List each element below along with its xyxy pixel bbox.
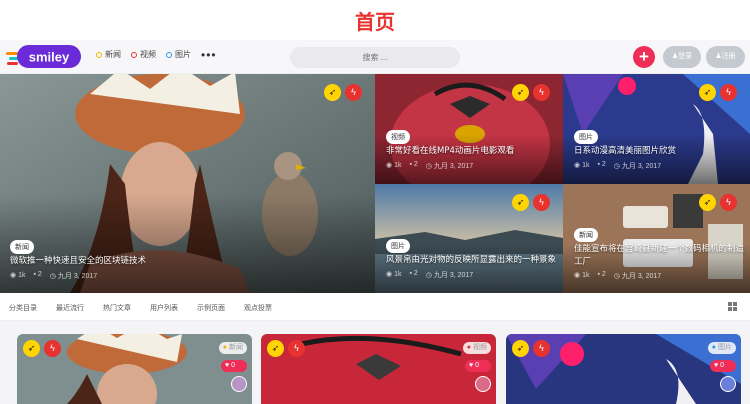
author-avatar[interactable] bbox=[475, 376, 491, 392]
logo-text: smiley bbox=[29, 50, 70, 65]
nav-item-pictures[interactable]: 图片 bbox=[166, 49, 191, 60]
category-link[interactable]: 最近流行 bbox=[56, 303, 84, 313]
search-input[interactable] bbox=[290, 47, 460, 68]
card-category-badge[interactable]: ● 视频 bbox=[462, 342, 491, 354]
video-dot-icon bbox=[131, 51, 137, 58]
rocket-icon[interactable]: ➶ bbox=[23, 340, 40, 357]
heart-icon: ♥ bbox=[714, 362, 719, 369]
eye-icon: ◉ 1k bbox=[574, 162, 590, 169]
bolt-icon[interactable]: ϟ bbox=[720, 84, 737, 101]
bolt-icon[interactable]: ϟ bbox=[44, 340, 61, 357]
tile-meta: ◉ 1k ▪ 2 ◷ 九月 3, 2017 bbox=[574, 271, 661, 281]
bolt-icon[interactable]: ϟ bbox=[533, 84, 550, 101]
more-menu-icon[interactable]: ••• bbox=[201, 49, 217, 61]
nav-item-news[interactable]: 新闻 bbox=[96, 49, 121, 60]
category-link[interactable]: 用户列表 bbox=[150, 303, 178, 313]
hero-grid: ➶ ϟ 新闻 微软推一种快速且安全的区块链技术 ◉ 1k ▪ 2 ◷ 九月 3,… bbox=[0, 74, 750, 293]
post-card[interactable]: ➶ ϟ ● 新闻 ♥ 0 bbox=[17, 334, 252, 404]
tile-tag[interactable]: 新闻 bbox=[10, 240, 34, 254]
eye-icon: ◉ 1k bbox=[574, 272, 590, 279]
heart-icon: ♥ bbox=[225, 362, 230, 369]
tile-meta: ◉ 1k ▪ 2 ◷ 九月 3, 2017 bbox=[386, 161, 473, 171]
bolt-icon[interactable]: ϟ bbox=[533, 194, 550, 211]
nav-item-video[interactable]: 视频 bbox=[131, 49, 156, 60]
comment-icon: ▪ 2 bbox=[597, 271, 606, 278]
news-dot-icon bbox=[96, 51, 102, 58]
nav-pictures-label: 图片 bbox=[175, 50, 191, 59]
clock-icon: ◷ 九月 3, 2017 bbox=[49, 273, 98, 280]
hero-tile-video[interactable]: ➶ ϟ 视频 非常好看在线MP4动画片电影观看 ◉ 1k ▪ 2 ◷ 九月 3,… bbox=[375, 74, 563, 184]
clock-icon: ◷ 九月 3, 2017 bbox=[425, 272, 474, 279]
page-title: 首页 bbox=[355, 9, 395, 34]
rocket-icon[interactable]: ➶ bbox=[512, 340, 529, 357]
bolt-icon[interactable]: ϟ bbox=[345, 84, 362, 101]
hero-tile-camera[interactable]: ➶ ϟ 新闻 佳能宣布将在宫崎县新建一个数码相机的制造工厂 ◉ 1k ▪ 2 ◷… bbox=[563, 184, 750, 293]
category-link[interactable]: 示例页面 bbox=[197, 303, 225, 313]
rocket-icon[interactable]: ➶ bbox=[267, 340, 284, 357]
tile-title[interactable]: 风景帛由光对物的反映所显露出来的一种景象 bbox=[386, 254, 561, 267]
rocket-icon[interactable]: ➶ bbox=[512, 194, 529, 211]
comment-icon: ▪ 2 bbox=[409, 270, 418, 277]
rocket-icon[interactable]: ➶ bbox=[324, 84, 341, 101]
like-counter[interactable]: ♥ 0 bbox=[465, 360, 491, 372]
like-counter[interactable]: ♥ 0 bbox=[710, 360, 736, 372]
nav-video-label: 视频 bbox=[140, 50, 156, 59]
login-label: 登录 bbox=[678, 53, 693, 60]
author-avatar[interactable] bbox=[231, 376, 247, 392]
category-link[interactable]: 热门文章 bbox=[103, 303, 131, 313]
publish-plus-button[interactable]: + bbox=[633, 46, 655, 68]
register-label: 注册 bbox=[721, 53, 736, 60]
tile-meta: ◉ 1k ▪ 2 ◷ 九月 3, 2017 bbox=[10, 271, 97, 281]
like-counter[interactable]: ♥ 0 bbox=[221, 360, 247, 372]
tile-tag[interactable]: 视频 bbox=[386, 130, 410, 144]
tile-title[interactable]: 非常好看在线MP4动画片电影观看 bbox=[386, 145, 556, 158]
tile-tag[interactable]: 图片 bbox=[574, 130, 598, 144]
register-button[interactable]: ♟注册 bbox=[706, 46, 745, 68]
login-button[interactable]: ♟登录 bbox=[663, 46, 701, 68]
rocket-icon[interactable]: ➶ bbox=[699, 84, 716, 101]
category-link[interactable]: 分类目录 bbox=[9, 303, 37, 313]
grid-view-icon[interactable] bbox=[728, 302, 737, 311]
tile-meta: ◉ 1k ▪ 2 ◷ 九月 3, 2017 bbox=[574, 161, 661, 171]
post-card[interactable]: ➶ ϟ ● 视频 ♥ 0 bbox=[261, 334, 496, 404]
comment-icon: ▪ 2 bbox=[409, 161, 418, 168]
heart-icon: ♥ bbox=[469, 362, 474, 369]
clock-icon: ◷ 九月 3, 2017 bbox=[425, 163, 474, 170]
post-card[interactable]: ➶ ϟ ● 图片 ♥ 0 bbox=[506, 334, 741, 404]
eye-icon: ◉ 1k bbox=[386, 162, 402, 169]
hero-tile-landscape[interactable]: ➶ ϟ 图片 风景帛由光对物的反映所显露出来的一种景象 ◉ 1k ▪ 2 ◷ 九… bbox=[375, 184, 563, 293]
rocket-icon[interactable]: ➶ bbox=[512, 84, 529, 101]
category-bar: 分类目录 最近流行 热门文章 用户列表 示例页面 观点投票 bbox=[0, 293, 750, 321]
hero-tile-main[interactable]: ➶ ϟ 新闻 微软推一种快速且安全的区块链技术 ◉ 1k ▪ 2 ◷ 九月 3,… bbox=[0, 74, 375, 293]
comment-icon: ▪ 2 bbox=[597, 161, 606, 168]
clock-icon: ◷ 九月 3, 2017 bbox=[613, 273, 662, 280]
tile-meta: ◉ 1k ▪ 2 ◷ 九月 3, 2017 bbox=[386, 270, 473, 280]
category-link[interactable]: 观点投票 bbox=[244, 303, 272, 313]
hero-tile-anime[interactable]: ➶ ϟ 图片 日系动漫高清美丽图片欣赏 ◉ 1k ▪ 2 ◷ 九月 3, 201… bbox=[563, 74, 750, 184]
bolt-icon[interactable]: ϟ bbox=[288, 340, 305, 357]
card-category-badge[interactable]: ● 图片 bbox=[707, 342, 736, 354]
rocket-icon[interactable]: ➶ bbox=[699, 194, 716, 211]
site-logo[interactable]: smiley bbox=[6, 43, 84, 70]
eye-icon: ◉ 1k bbox=[10, 272, 26, 279]
card-category-badge[interactable]: ● 新闻 bbox=[218, 342, 247, 354]
tile-title[interactable]: 日系动漫高清美丽图片欣赏 bbox=[574, 145, 744, 158]
nav-news-label: 新闻 bbox=[105, 50, 121, 59]
author-avatar[interactable] bbox=[720, 376, 736, 392]
eye-icon: ◉ 1k bbox=[386, 271, 402, 278]
tile-title[interactable]: 佳能宣布将在宫崎县新建一个数码相机的制造工厂 bbox=[574, 243, 746, 269]
clock-icon: ◷ 九月 3, 2017 bbox=[613, 163, 662, 170]
top-navbar: smiley 新闻 视频 图片 ••• + ♟登录 ♟注册 bbox=[0, 40, 750, 74]
tile-title[interactable]: 微软推一种快速且安全的区块链技术 bbox=[10, 255, 260, 268]
bolt-icon[interactable]: ϟ bbox=[533, 340, 550, 357]
tile-tag[interactable]: 图片 bbox=[386, 239, 410, 253]
bolt-icon[interactable]: ϟ bbox=[720, 194, 737, 211]
tile-tag[interactable]: 新闻 bbox=[574, 228, 598, 242]
pictures-dot-icon bbox=[166, 51, 172, 58]
comment-icon: ▪ 2 bbox=[33, 271, 42, 278]
post-cards: ➶ ϟ ● 新闻 ♥ 0 ➶ ϟ ● 视频 ♥ 0 ➶ ϟ ● 图片 ♥ 0 bbox=[0, 321, 750, 404]
